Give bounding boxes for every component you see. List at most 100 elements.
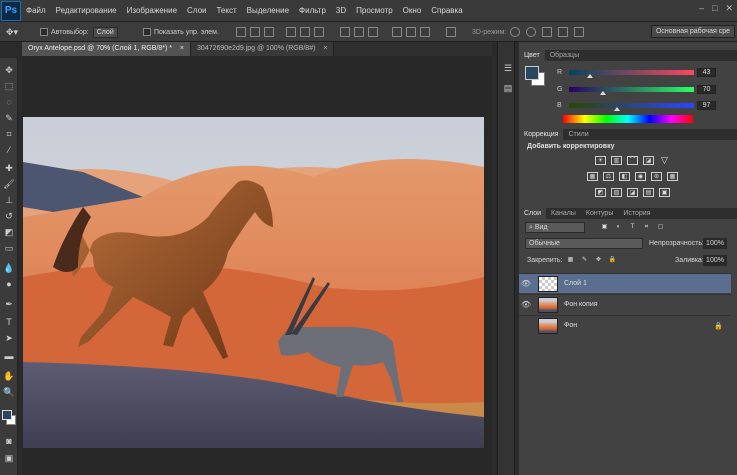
- foreground-color-swatch[interactable]: [2, 410, 12, 420]
- 3d-slide-icon[interactable]: [558, 27, 568, 37]
- hand-tool-icon[interactable]: ✋: [3, 370, 15, 382]
- align-top-icon[interactable]: [236, 27, 246, 37]
- 3d-scale-icon[interactable]: [574, 27, 584, 37]
- menu-window[interactable]: Окно: [398, 6, 427, 15]
- filter-shape-icon[interactable]: ⌗: [641, 223, 652, 232]
- zoom-tool-icon[interactable]: 🔍: [3, 386, 15, 398]
- invert-icon[interactable]: ◩: [595, 188, 606, 197]
- menu-image[interactable]: Изображение: [122, 6, 182, 15]
- slider-thumb[interactable]: [599, 90, 606, 95]
- autoselect-checkbox[interactable]: [40, 28, 48, 36]
- opacity-value[interactable]: 100%: [703, 238, 727, 249]
- layer-row[interactable]: 👁 Фон копия: [519, 294, 731, 314]
- hue-sat-icon[interactable]: ▦: [587, 172, 598, 181]
- slider-thumb[interactable]: [587, 73, 594, 78]
- posterize-icon[interactable]: ▨: [611, 188, 622, 197]
- channel-b-slider[interactable]: B: [557, 100, 694, 111]
- filter-smart-icon[interactable]: ▢: [655, 223, 666, 232]
- tab-styles[interactable]: Стили: [563, 129, 593, 140]
- color-spectrum-ramp[interactable]: [563, 115, 693, 123]
- channel-g-slider[interactable]: G: [557, 84, 694, 95]
- move-tool-icon[interactable]: ✥: [3, 64, 15, 76]
- layer-row[interactable]: 👁 Слой 1: [519, 273, 731, 293]
- menu-help[interactable]: Справка: [426, 6, 467, 15]
- doc-tab-inactive[interactable]: 30472690e2d9.jpg @ 100% (RGB/8#) ×: [191, 42, 335, 56]
- filter-adjust-icon[interactable]: ◐: [613, 223, 624, 232]
- gradient-tool-icon[interactable]: ▭: [3, 242, 15, 254]
- channel-b-value[interactable]: 97: [697, 101, 716, 110]
- lock-all-icon[interactable]: 🔒: [607, 256, 618, 265]
- brush-tool-icon[interactable]: 🖌: [3, 178, 15, 190]
- close-icon[interactable]: ✕: [725, 3, 733, 14]
- distribute-hcenter-icon[interactable]: [406, 27, 416, 37]
- distribute-right-icon[interactable]: [420, 27, 430, 37]
- channel-g-value[interactable]: 70: [697, 85, 716, 94]
- menu-file[interactable]: Файл: [21, 6, 51, 15]
- path-select-tool-icon[interactable]: ➤: [3, 332, 15, 344]
- tab-history[interactable]: История: [618, 208, 655, 219]
- align-right-icon[interactable]: [314, 27, 324, 37]
- tab-paths[interactable]: Контуры: [581, 208, 618, 219]
- show-controls-checkbox[interactable]: [143, 28, 151, 36]
- quick-select-tool-icon[interactable]: ✎: [3, 112, 15, 124]
- history-brush-tool-icon[interactable]: ↺: [3, 210, 15, 222]
- photo-filter-icon[interactable]: ◉: [635, 172, 646, 181]
- tab-color[interactable]: Цвет: [519, 50, 545, 61]
- bw-icon[interactable]: ◧: [619, 172, 630, 181]
- distribute-vcenter-icon[interactable]: [354, 27, 364, 37]
- lock-position-icon[interactable]: ✥: [593, 256, 604, 265]
- align-hcenter-icon[interactable]: [300, 27, 310, 37]
- blur-tool-icon[interactable]: 💧: [3, 262, 15, 274]
- lock-pixels-icon[interactable]: ✎: [579, 256, 590, 265]
- maximize-icon[interactable]: □: [712, 3, 717, 14]
- filter-pixel-icon[interactable]: ▣: [599, 223, 610, 232]
- quick-mask-icon[interactable]: ◙: [3, 435, 15, 447]
- 3d-roll-icon[interactable]: [526, 27, 536, 37]
- slider-thumb[interactable]: [613, 106, 620, 111]
- crop-tool-icon[interactable]: ⌗: [3, 128, 15, 140]
- workspace-switcher[interactable]: Основная рабочая сре: [650, 25, 735, 38]
- brightness-icon[interactable]: ☀: [595, 156, 606, 165]
- threshold-icon[interactable]: ◪: [627, 188, 638, 197]
- lock-transparent-icon[interactable]: ▦: [565, 256, 576, 265]
- eraser-tool-icon[interactable]: ◩: [3, 226, 15, 238]
- distribute-bottom-icon[interactable]: [368, 27, 378, 37]
- visibility-off-icon[interactable]: ▢: [519, 321, 533, 330]
- menu-edit[interactable]: Редактирование: [51, 6, 122, 15]
- tab-swatches[interactable]: Образцы: [545, 50, 584, 61]
- show-controls-option[interactable]: Показать упр. элем.: [143, 26, 219, 38]
- channel-r-value[interactable]: 43: [697, 68, 716, 77]
- menu-view[interactable]: Просмотр: [351, 6, 398, 15]
- visibility-eye-icon[interactable]: 👁: [519, 300, 533, 309]
- distribute-top-icon[interactable]: [340, 27, 350, 37]
- fill-value[interactable]: 100%: [703, 255, 727, 266]
- shape-tool-icon[interactable]: ▬: [3, 350, 15, 362]
- close-tab-icon[interactable]: ×: [180, 45, 184, 52]
- distribute-left-icon[interactable]: [392, 27, 402, 37]
- channel-mixer-icon[interactable]: ⊛: [651, 172, 662, 181]
- menu-filter[interactable]: Фильтр: [294, 6, 331, 15]
- color-lookup-icon[interactable]: ▦: [667, 172, 678, 181]
- move-tool-icon[interactable]: ✥▾: [6, 26, 18, 38]
- history-icon[interactable]: ☰: [502, 62, 514, 74]
- clone-stamp-tool-icon[interactable]: ⊥: [3, 194, 15, 206]
- channel-r-slider[interactable]: R: [557, 67, 694, 78]
- menu-3d[interactable]: 3D: [331, 6, 351, 15]
- align-vcenter-icon[interactable]: [250, 27, 260, 37]
- align-bottom-icon[interactable]: [264, 27, 274, 37]
- autoselect-dropdown[interactable]: Слой: [92, 26, 118, 38]
- vibrance-icon[interactable]: ▽: [659, 156, 670, 165]
- properties-icon[interactable]: ▤: [502, 82, 514, 94]
- lasso-tool-icon[interactable]: ◌: [3, 96, 15, 108]
- layer-filter-dropdown[interactable]: ⌕ Вид: [525, 222, 585, 233]
- filter-type-icon[interactable]: T: [627, 223, 638, 232]
- document-canvas[interactable]: [23, 117, 484, 448]
- menu-type[interactable]: Текст: [211, 6, 241, 15]
- close-tab-icon[interactable]: ×: [323, 45, 327, 52]
- blend-mode-dropdown[interactable]: Обычные: [525, 238, 643, 249]
- auto-align-icon[interactable]: [446, 27, 456, 37]
- 3d-rotate-icon[interactable]: [510, 27, 520, 37]
- marquee-tool-icon[interactable]: ⬚: [3, 80, 15, 92]
- tab-layers[interactable]: Слои: [519, 208, 547, 219]
- tab-channels[interactable]: Каналы: [546, 208, 581, 219]
